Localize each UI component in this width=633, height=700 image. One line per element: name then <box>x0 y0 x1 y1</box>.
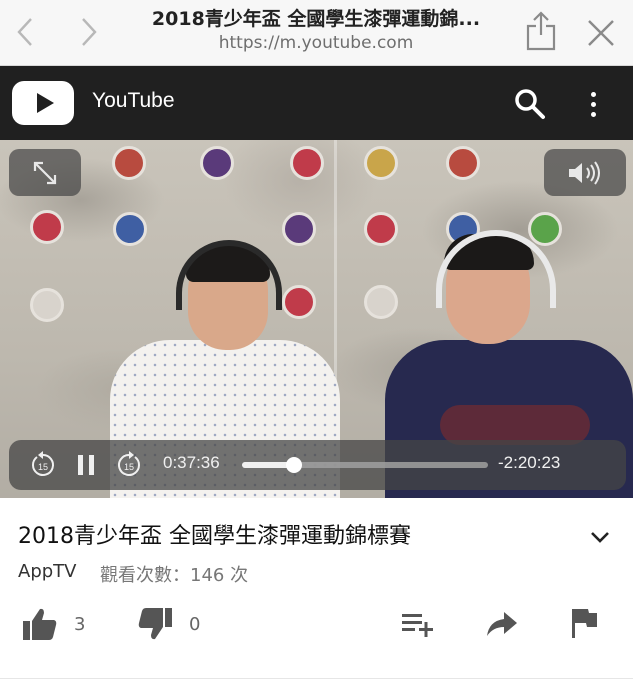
playlist-add-icon <box>402 614 433 637</box>
report-button[interactable] <box>568 606 600 640</box>
backdrop-logo <box>364 285 398 319</box>
fullscreen-icon <box>33 161 57 184</box>
current-time: 0:37:36 <box>163 453 220 472</box>
channel-name[interactable]: AppTV <box>18 561 76 582</box>
backdrop-logo <box>290 146 324 180</box>
page-title: 2018青少年盃 全國學生漆彈運動錦... <box>151 8 481 30</box>
video-player[interactable]: 15 15 0:37:36 -2:20:23 <box>0 140 633 498</box>
skip-back-button[interactable]: 15 <box>29 449 57 481</box>
thumbs-up-icon <box>23 608 57 640</box>
volume-button[interactable] <box>544 149 626 196</box>
share-arrow-icon <box>487 612 517 636</box>
pause-icon <box>78 455 94 475</box>
add-to-playlist-button[interactable] <box>400 608 436 640</box>
thumbs-down-icon <box>138 608 172 640</box>
backdrop-logo <box>200 146 234 180</box>
back-button[interactable] <box>8 14 42 50</box>
skip-forward-label: 15 <box>124 462 134 472</box>
youtube-play-icon[interactable] <box>12 81 74 125</box>
browser-toolbar: 2018青少年盃 全國學生漆彈運動錦... https://m.youtube.… <box>0 0 633 66</box>
backdrop-logo <box>30 210 64 244</box>
commentator-left-headset <box>176 240 282 310</box>
pause-button[interactable] <box>73 449 99 481</box>
backdrop-logo <box>282 212 316 246</box>
chevron-down-icon <box>591 532 609 543</box>
share-button[interactable] <box>484 608 520 640</box>
youtube-header: YouTube <box>0 66 633 140</box>
search-icon <box>515 89 545 119</box>
address-bar[interactable]: 2018青少年盃 全國學生漆彈運動錦... https://m.youtube.… <box>122 6 510 54</box>
like-button[interactable]: 3 <box>22 604 85 644</box>
backdrop-logo <box>364 212 398 246</box>
search-button[interactable] <box>512 86 548 122</box>
section-divider <box>0 678 633 679</box>
page-url: https://m.youtube.com <box>218 33 414 53</box>
expand-description-button[interactable] <box>585 522 615 552</box>
backdrop-logo <box>364 146 398 180</box>
backdrop-logo <box>113 212 147 246</box>
backdrop-logo <box>446 146 480 180</box>
skip-back-15-icon: 15 <box>32 451 54 476</box>
like-count: 3 <box>74 613 86 635</box>
volume-icon <box>569 160 600 185</box>
fullscreen-button[interactable] <box>9 149 81 196</box>
view-count: 觀看次數：146 次 <box>100 565 249 586</box>
dislike-count: 0 <box>189 613 201 635</box>
backdrop-logo <box>112 146 146 180</box>
skip-forward-button[interactable]: 15 <box>115 449 143 481</box>
close-icon <box>588 20 614 46</box>
close-button[interactable] <box>582 14 620 52</box>
video-title: 2018青少年盃 全國學生漆彈運動錦標賽 <box>18 524 411 549</box>
backdrop-logo <box>528 212 562 246</box>
skip-forward-15-icon: 15 <box>118 451 140 476</box>
youtube-wordmark[interactable]: YouTube <box>92 89 175 113</box>
share-icon <box>526 11 556 51</box>
chevron-left-icon <box>17 18 32 46</box>
progress-scrubber[interactable] <box>242 457 488 473</box>
skip-back-label: 15 <box>38 462 48 472</box>
more-vertical-icon[interactable] <box>580 86 606 122</box>
chevron-right-icon <box>82 18 97 46</box>
forward-button[interactable] <box>72 14 106 50</box>
dislike-button[interactable]: 0 <box>137 604 200 644</box>
remaining-time: -2:20:23 <box>498 453 561 472</box>
backdrop-logo <box>30 288 64 322</box>
flag-icon <box>572 609 597 638</box>
player-controls: 15 15 0:37:36 -2:20:23 <box>9 440 626 490</box>
scrubber-handle[interactable] <box>285 457 302 473</box>
commentator-right-jersey-stripe <box>440 405 590 445</box>
backdrop-logo <box>282 285 316 319</box>
browser-share-button[interactable] <box>523 8 559 52</box>
